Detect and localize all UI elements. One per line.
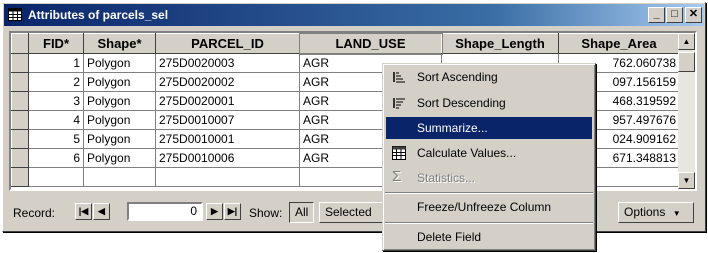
title-bar[interactable]: Attributes of parcels_sel _ □ ✕ — [4, 4, 704, 26]
menu-item-label: Delete Field — [417, 230, 482, 244]
cell-parcel-id[interactable]: 275D0020002 — [155, 72, 300, 92]
menu-item-freeze-unfreeze[interactable]: Freeze/Unfreeze Column — [386, 196, 592, 218]
attributes-window: Attributes of parcels_sel _ □ ✕ FID* Sha… — [2, 2, 706, 232]
cell-fid[interactable]: 1 — [28, 53, 84, 73]
options-label: Options — [624, 205, 666, 219]
menu-item-label: Sort Ascending — [417, 70, 498, 84]
column-header-land-use[interactable]: LAND_USE — [298, 33, 443, 55]
cell-fid[interactable]: 6 — [28, 148, 84, 168]
menu-item-sort-ascending[interactable]: Sort Ascending — [386, 66, 592, 88]
menu-item-label: Statistics... — [417, 171, 476, 185]
cell-shape[interactable] — [83, 167, 156, 187]
cell-shape[interactable]: Polygon — [83, 129, 156, 149]
scroll-thumb[interactable] — [678, 52, 695, 72]
menu-item-calculate-values[interactable]: Calculate Values... — [386, 142, 592, 164]
row-selector-header[interactable] — [11, 33, 29, 54]
menu-item-label: Calculate Values... — [417, 146, 517, 160]
cell-parcel-id[interactable]: 275D0010007 — [155, 110, 300, 130]
row-selector[interactable] — [11, 53, 29, 73]
scroll-up-button[interactable]: ▲ — [678, 33, 695, 50]
previous-record-button[interactable]: ◀ — [93, 203, 110, 220]
cell-fid[interactable]: 3 — [28, 91, 84, 111]
row-selector[interactable] — [11, 91, 29, 111]
row-selector[interactable] — [11, 129, 29, 149]
sort-descending-icon — [393, 98, 405, 109]
cell-shape[interactable]: Polygon — [83, 110, 156, 130]
column-context-menu: Sort Ascending Sort Descending Summarize… — [382, 63, 596, 251]
column-header-shape-area[interactable]: Shape_Area — [558, 33, 680, 54]
options-button[interactable]: Options ▼ — [618, 202, 694, 223]
cell-fid[interactable] — [28, 167, 84, 187]
menu-item-label: Sort Descending — [417, 96, 506, 110]
row-selector[interactable] — [11, 148, 29, 168]
menu-item-summarize[interactable]: Summarize... — [386, 117, 592, 139]
window-title: Attributes of parcels_sel — [28, 8, 169, 22]
cell-parcel-id[interactable]: 275D0010006 — [155, 148, 300, 168]
cell-shape[interactable]: Polygon — [83, 148, 156, 168]
header-row: FID* Shape* PARCEL_ID LAND_USE Shape_Len… — [11, 33, 680, 55]
row-selector[interactable] — [11, 110, 29, 130]
column-header-parcel-id[interactable]: PARCEL_ID — [155, 33, 300, 54]
scroll-down-button[interactable]: ▼ — [678, 172, 695, 189]
cell-fid[interactable]: 5 — [28, 129, 84, 149]
cell-fid[interactable]: 4 — [28, 110, 84, 130]
cell-shape[interactable]: Polygon — [83, 72, 156, 92]
menu-item-delete-field[interactable]: Delete Field — [386, 226, 592, 248]
calculator-icon — [392, 146, 406, 160]
cell-fid[interactable]: 2 — [28, 72, 84, 92]
last-record-button[interactable]: ▶| — [224, 203, 241, 220]
maximize-button[interactable]: □ — [666, 7, 683, 23]
sort-ascending-icon — [393, 72, 405, 83]
table-icon — [8, 8, 22, 21]
row-selector[interactable] — [11, 167, 29, 187]
menu-separator — [385, 192, 593, 194]
show-label: Show: — [249, 206, 283, 220]
cell-parcel-id[interactable]: 275D0010001 — [155, 129, 300, 149]
menu-item-sort-descending[interactable]: Sort Descending — [386, 92, 592, 114]
next-record-button[interactable]: ▶ — [206, 203, 223, 220]
column-header-fid[interactable]: FID* — [28, 33, 84, 54]
menu-item-statistics[interactable]: Σ Statistics... — [386, 167, 592, 189]
menu-item-label: Freeze/Unfreeze Column — [417, 200, 552, 214]
show-all-button[interactable]: All — [289, 202, 315, 223]
minimize-button[interactable]: _ — [648, 7, 665, 23]
cell-parcel-id[interactable] — [155, 167, 300, 187]
cell-shape[interactable]: Polygon — [83, 91, 156, 111]
sigma-icon: Σ — [392, 168, 402, 185]
vertical-scrollbar[interactable]: ▲ ▼ — [678, 33, 695, 189]
row-selector[interactable] — [11, 72, 29, 92]
cell-shape[interactable]: Polygon — [83, 53, 156, 73]
column-header-shape[interactable]: Shape* — [83, 33, 156, 54]
dropdown-arrow-icon: ▼ — [672, 209, 681, 218]
cell-parcel-id[interactable]: 275D0020003 — [155, 53, 300, 73]
menu-separator — [385, 222, 593, 224]
record-label: Record: — [13, 206, 56, 220]
record-number-input[interactable]: 0 — [127, 202, 203, 221]
column-header-shape-length[interactable]: Shape_Length — [441, 33, 559, 54]
first-record-button[interactable]: |◀ — [75, 203, 92, 220]
cell-parcel-id[interactable]: 275D0020001 — [155, 91, 300, 111]
menu-item-label: Summarize... — [417, 121, 488, 135]
close-button[interactable]: ✕ — [685, 7, 702, 23]
